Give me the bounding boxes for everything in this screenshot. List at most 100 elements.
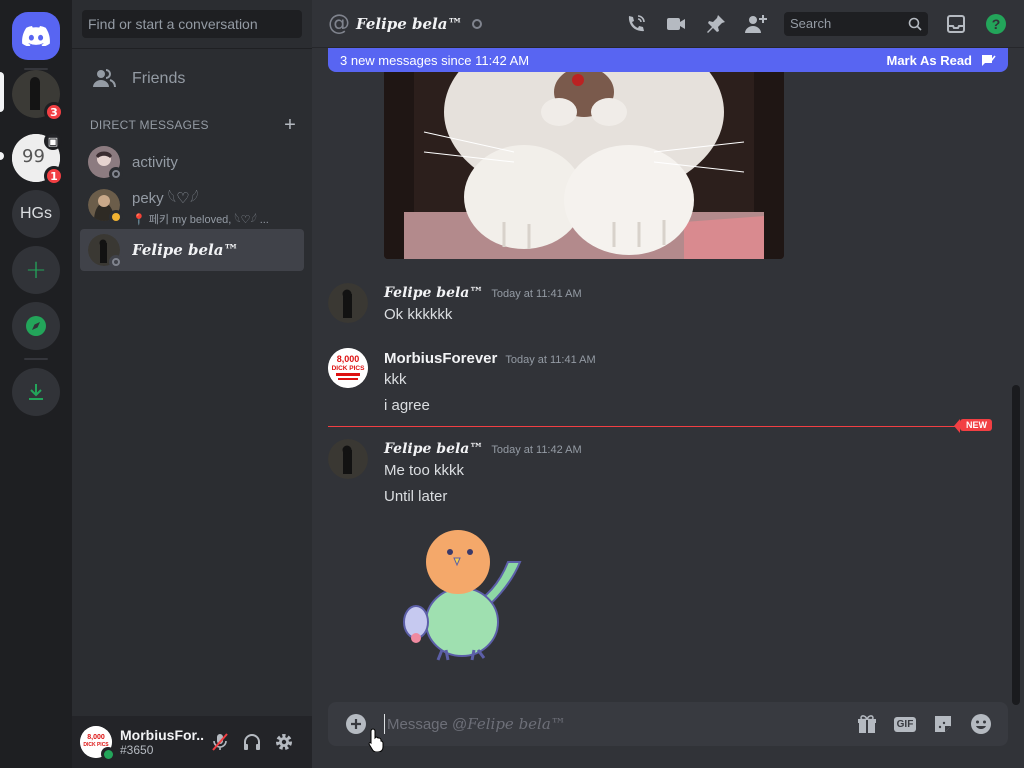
gear-icon <box>276 734 292 750</box>
status-online-icon <box>101 747 115 761</box>
dm-item-felipe[interactable]: Felipe bela™ <box>80 229 304 271</box>
compass-icon <box>26 316 46 336</box>
plus-icon: + <box>25 255 47 285</box>
explore-servers-button[interactable] <box>12 302 60 350</box>
message-header: Felipe bela™ Today at 11:41 AM <box>384 285 582 301</box>
svg-text:8,000: 8,000 <box>337 354 360 364</box>
message-avatar[interactable]: 8,000 DICK PICS <box>328 348 368 388</box>
find-conversation-input[interactable]: Find or start a conversation <box>82 10 302 38</box>
inbox-icon <box>947 15 965 33</box>
gift-button[interactable] <box>852 709 882 739</box>
new-tag: NEW <box>954 419 992 433</box>
notification-badge: 1 <box>44 166 64 186</box>
create-dm-plus-icon[interactable]: + <box>284 115 296 135</box>
message-author[interactable]: MorbiusForever <box>384 350 497 367</box>
svg-text:99: 99 <box>22 146 45 167</box>
message-author[interactable]: Felipe bela™ <box>384 441 483 457</box>
sticker-button[interactable] <box>928 709 958 739</box>
gif-button[interactable]: GIF <box>890 709 920 739</box>
unread-pill <box>0 152 4 160</box>
headphones-icon <box>244 734 260 750</box>
home-button[interactable] <box>12 12 60 60</box>
add-friends-to-dm-button[interactable] <box>744 12 768 36</box>
gift-icon <box>858 715 876 733</box>
server-icon-99[interactable]: 99 ▣ 1 <box>12 132 64 186</box>
add-server-button[interactable]: + <box>12 246 60 294</box>
dm-item-peky[interactable]: peky 𓆩♡𓆪 📍 페키 my beloved, 𓆩♡𓆪 ... <box>80 184 304 226</box>
download-apps-button[interactable] <box>12 368 60 416</box>
mute-mic-button[interactable] <box>204 726 236 758</box>
message-avatar[interactable] <box>328 439 368 479</box>
message-list: Felipe bela™ Today at 11:41 AM Ok kkkkkk… <box>312 72 1008 692</box>
gif-icon: GIF <box>893 716 917 732</box>
message-timestamp: Today at 11:42 AM <box>491 444 582 456</box>
video-call-button[interactable] <box>664 12 688 36</box>
message-timestamp: Today at 11:41 AM <box>505 354 596 366</box>
status-idle-icon <box>109 210 123 224</box>
help-button[interactable]: ? <box>984 12 1008 36</box>
placeholder-name: Felipe bela™ <box>467 715 566 733</box>
mouse-pointer-icon <box>368 728 384 752</box>
placeholder-prefix: Message @ <box>387 716 468 733</box>
inbox-button[interactable] <box>944 12 968 36</box>
search-input[interactable]: Search <box>784 12 928 36</box>
friends-icon <box>93 69 116 88</box>
status-offline-icon <box>109 167 123 181</box>
channel-header: @ Felipe bela™ Search ? <box>312 0 1024 48</box>
message-text: Until later <box>384 488 448 505</box>
svg-text:?: ? <box>992 16 1001 32</box>
user-settings-button[interactable] <box>268 726 300 758</box>
server-hgs-label: HGs <box>20 205 52 222</box>
message-avatar[interactable] <box>328 283 368 323</box>
phone-call-icon <box>628 15 645 32</box>
avatar <box>88 189 123 224</box>
friends-button[interactable]: Friends <box>80 58 304 100</box>
scrollbar-thumb[interactable] <box>1012 385 1020 705</box>
selected-pill <box>0 72 4 112</box>
status-offline-icon <box>109 255 123 269</box>
download-icon <box>29 384 43 400</box>
user-panel: 8,000 DICK PICS MorbiusFor... #3650 <box>72 716 312 768</box>
message-input[interactable]: Message @Felipe bela™ <box>384 714 848 734</box>
server-hgs[interactable]: HGs <box>12 190 60 238</box>
message-author[interactable]: Felipe bela™ <box>384 285 483 301</box>
at-icon: @ <box>328 11 350 36</box>
svg-text:DICK PICS: DICK PICS <box>332 365 366 372</box>
friends-label: Friends <box>132 70 186 87</box>
sticker-icon <box>935 716 951 732</box>
dm-name: peky 𓆩♡𓆪 <box>132 190 199 207</box>
pinned-messages-button[interactable] <box>704 12 728 36</box>
message-timestamp: Today at 11:41 AM <box>491 288 582 300</box>
search-icon <box>908 17 922 31</box>
dm-name: activity <box>132 153 178 171</box>
new-messages-divider: NEW <box>328 419 992 433</box>
dm-sidebar: Find or start a conversation Friends DIR… <box>72 0 312 768</box>
sticker-parrot[interactable] <box>392 522 526 668</box>
event-icon: ▣ <box>44 132 62 150</box>
image-attachment[interactable] <box>384 72 784 259</box>
dm-custom-status: 📍 페키 my beloved, 𓆩♡𓆪 ... <box>132 214 269 226</box>
mic-muted-icon <box>212 733 228 751</box>
new-messages-text: 3 new messages since 11:42 AM <box>340 52 530 68</box>
username: MorbiusFor... <box>120 727 204 743</box>
mark-as-read-button[interactable]: Mark As Read <box>887 53 997 68</box>
mark-read-icon <box>981 55 996 66</box>
dm-item-activity[interactable]: activity <box>80 141 304 183</box>
rail-separator <box>24 358 48 360</box>
svg-text:8,000: 8,000 <box>87 734 105 741</box>
new-messages-bar[interactable]: 3 new messages since 11:42 AM Mark As Re… <box>328 48 1008 72</box>
add-user-icon <box>745 15 767 33</box>
mark-as-read-label: Mark As Read <box>886 52 973 68</box>
dm-header: DIRECT MESSAGES + <box>90 115 296 135</box>
user-avatar[interactable]: 8,000 DICK PICS <box>80 726 115 761</box>
scrollbar[interactable] <box>1010 50 1022 706</box>
emoji-button[interactable] <box>966 709 996 739</box>
divider <box>72 48 312 49</box>
avatar <box>88 146 123 181</box>
message-header: MorbiusForever Today at 11:41 AM <box>384 350 596 367</box>
user-discriminator: #3650 <box>120 743 154 757</box>
deafen-button[interactable] <box>236 726 268 758</box>
server-icon-dark-photo[interactable]: 3 <box>12 70 64 122</box>
search-placeholder: Search <box>790 16 832 31</box>
voice-call-button[interactable] <box>624 12 648 36</box>
